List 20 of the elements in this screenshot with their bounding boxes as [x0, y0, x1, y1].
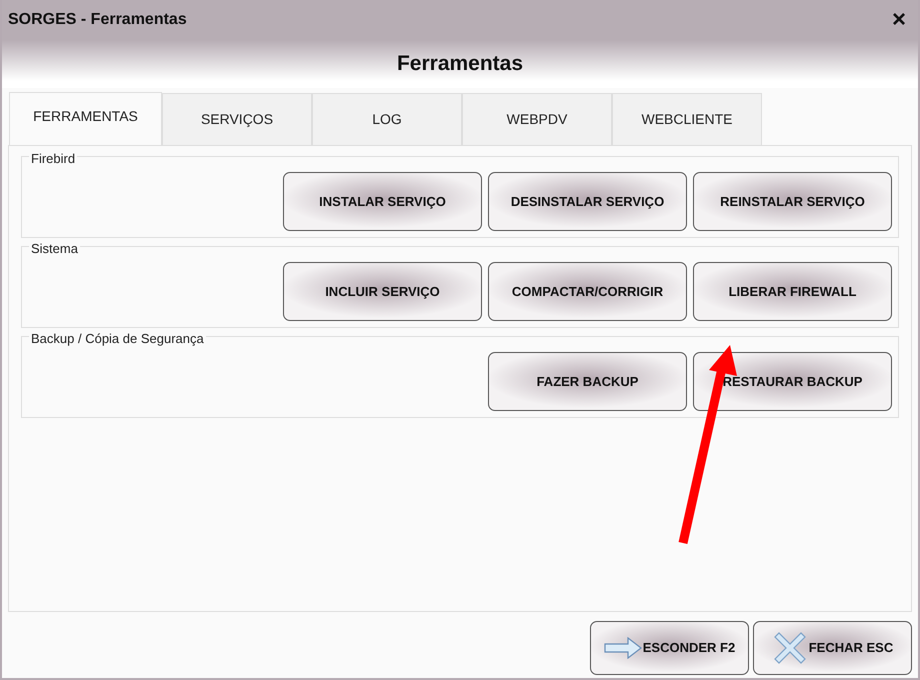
- action-button[interactable]: DESINSTALAR SERVIÇO: [488, 172, 687, 231]
- footer-button[interactable]: ESCONDER F2: [590, 621, 749, 675]
- tab[interactable]: FERRAMENTAS: [9, 92, 162, 145]
- footer-button[interactable]: FECHAR ESC: [753, 621, 912, 675]
- action-button[interactable]: INCLUIR SERVIÇO: [283, 262, 482, 321]
- action-button[interactable]: INSTALAR SERVIÇO: [283, 172, 482, 231]
- tab[interactable]: WEBCLIENTE: [612, 93, 762, 145]
- action-button[interactable]: LIBERAR FIREWALL: [693, 262, 892, 321]
- dialog-heading: Ferramentas: [396, 51, 524, 78]
- tab[interactable]: WEBPDV: [462, 93, 612, 145]
- tab[interactable]: LOG: [312, 93, 462, 145]
- action-button[interactable]: FAZER BACKUP: [488, 352, 687, 411]
- tab[interactable]: SERVIÇOS: [162, 93, 312, 145]
- arrow-icon: [604, 637, 642, 659]
- window-title: SORGES - Ferramentas: [8, 10, 187, 30]
- action-button[interactable]: REINSTALAR SERVIÇO: [693, 172, 892, 231]
- close-button[interactable]: ×: [890, 8, 908, 32]
- close-icon: [772, 630, 808, 666]
- action-button[interactable]: RESTAURAR BACKUP: [693, 352, 892, 411]
- action-button[interactable]: COMPACTAR/CORRIGIR: [488, 262, 687, 321]
